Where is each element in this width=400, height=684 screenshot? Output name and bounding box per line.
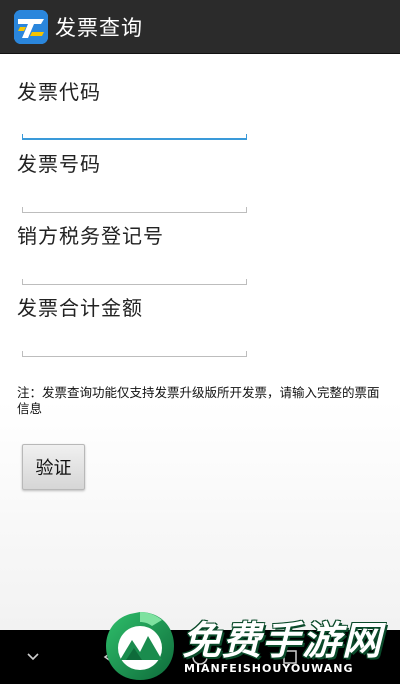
verify-button[interactable]: 验证 [22,444,85,490]
action-bar: 发票查询 [0,0,400,54]
watermark-subtitle: MIANFEISHOUYOUWANG [184,662,354,675]
query-note: 注：发票查询功能仅支持发票升级版所开发票，请输入完整的票面信息 [17,385,380,416]
invoice-number-underline [22,207,247,213]
seller-tax-id-label: 销方税务登记号 [17,224,164,248]
invoice-number-input[interactable] [22,178,247,208]
invoice-total-input[interactable] [22,322,247,352]
seller-tax-id-underline [22,279,247,285]
site-watermark: 免费手游网 MIANFEISHOUYOUWANG [104,608,400,684]
invoice-code-underline [22,134,247,140]
invoice-number-label: 发票号码 [17,152,101,176]
invoice-code-input[interactable] [22,106,247,136]
watermark-logo-icon [106,612,174,680]
chevron-down-icon[interactable] [3,630,63,684]
seller-tax-id-input[interactable] [22,250,247,280]
invoice-code-label: 发票代码 [17,80,101,104]
invoice-app-icon[interactable] [14,9,48,44]
invoice-total-label: 发票合计金额 [17,296,143,320]
invoice-form: 发票代码 发票号码 销方税务登记号 发票合计金额 注：发票查询功能仅支持发票升级… [0,54,400,630]
invoice-total-underline [22,351,247,357]
watermark-title: 免费手游网 [182,618,383,664]
page-title: 发票查询 [55,15,143,40]
